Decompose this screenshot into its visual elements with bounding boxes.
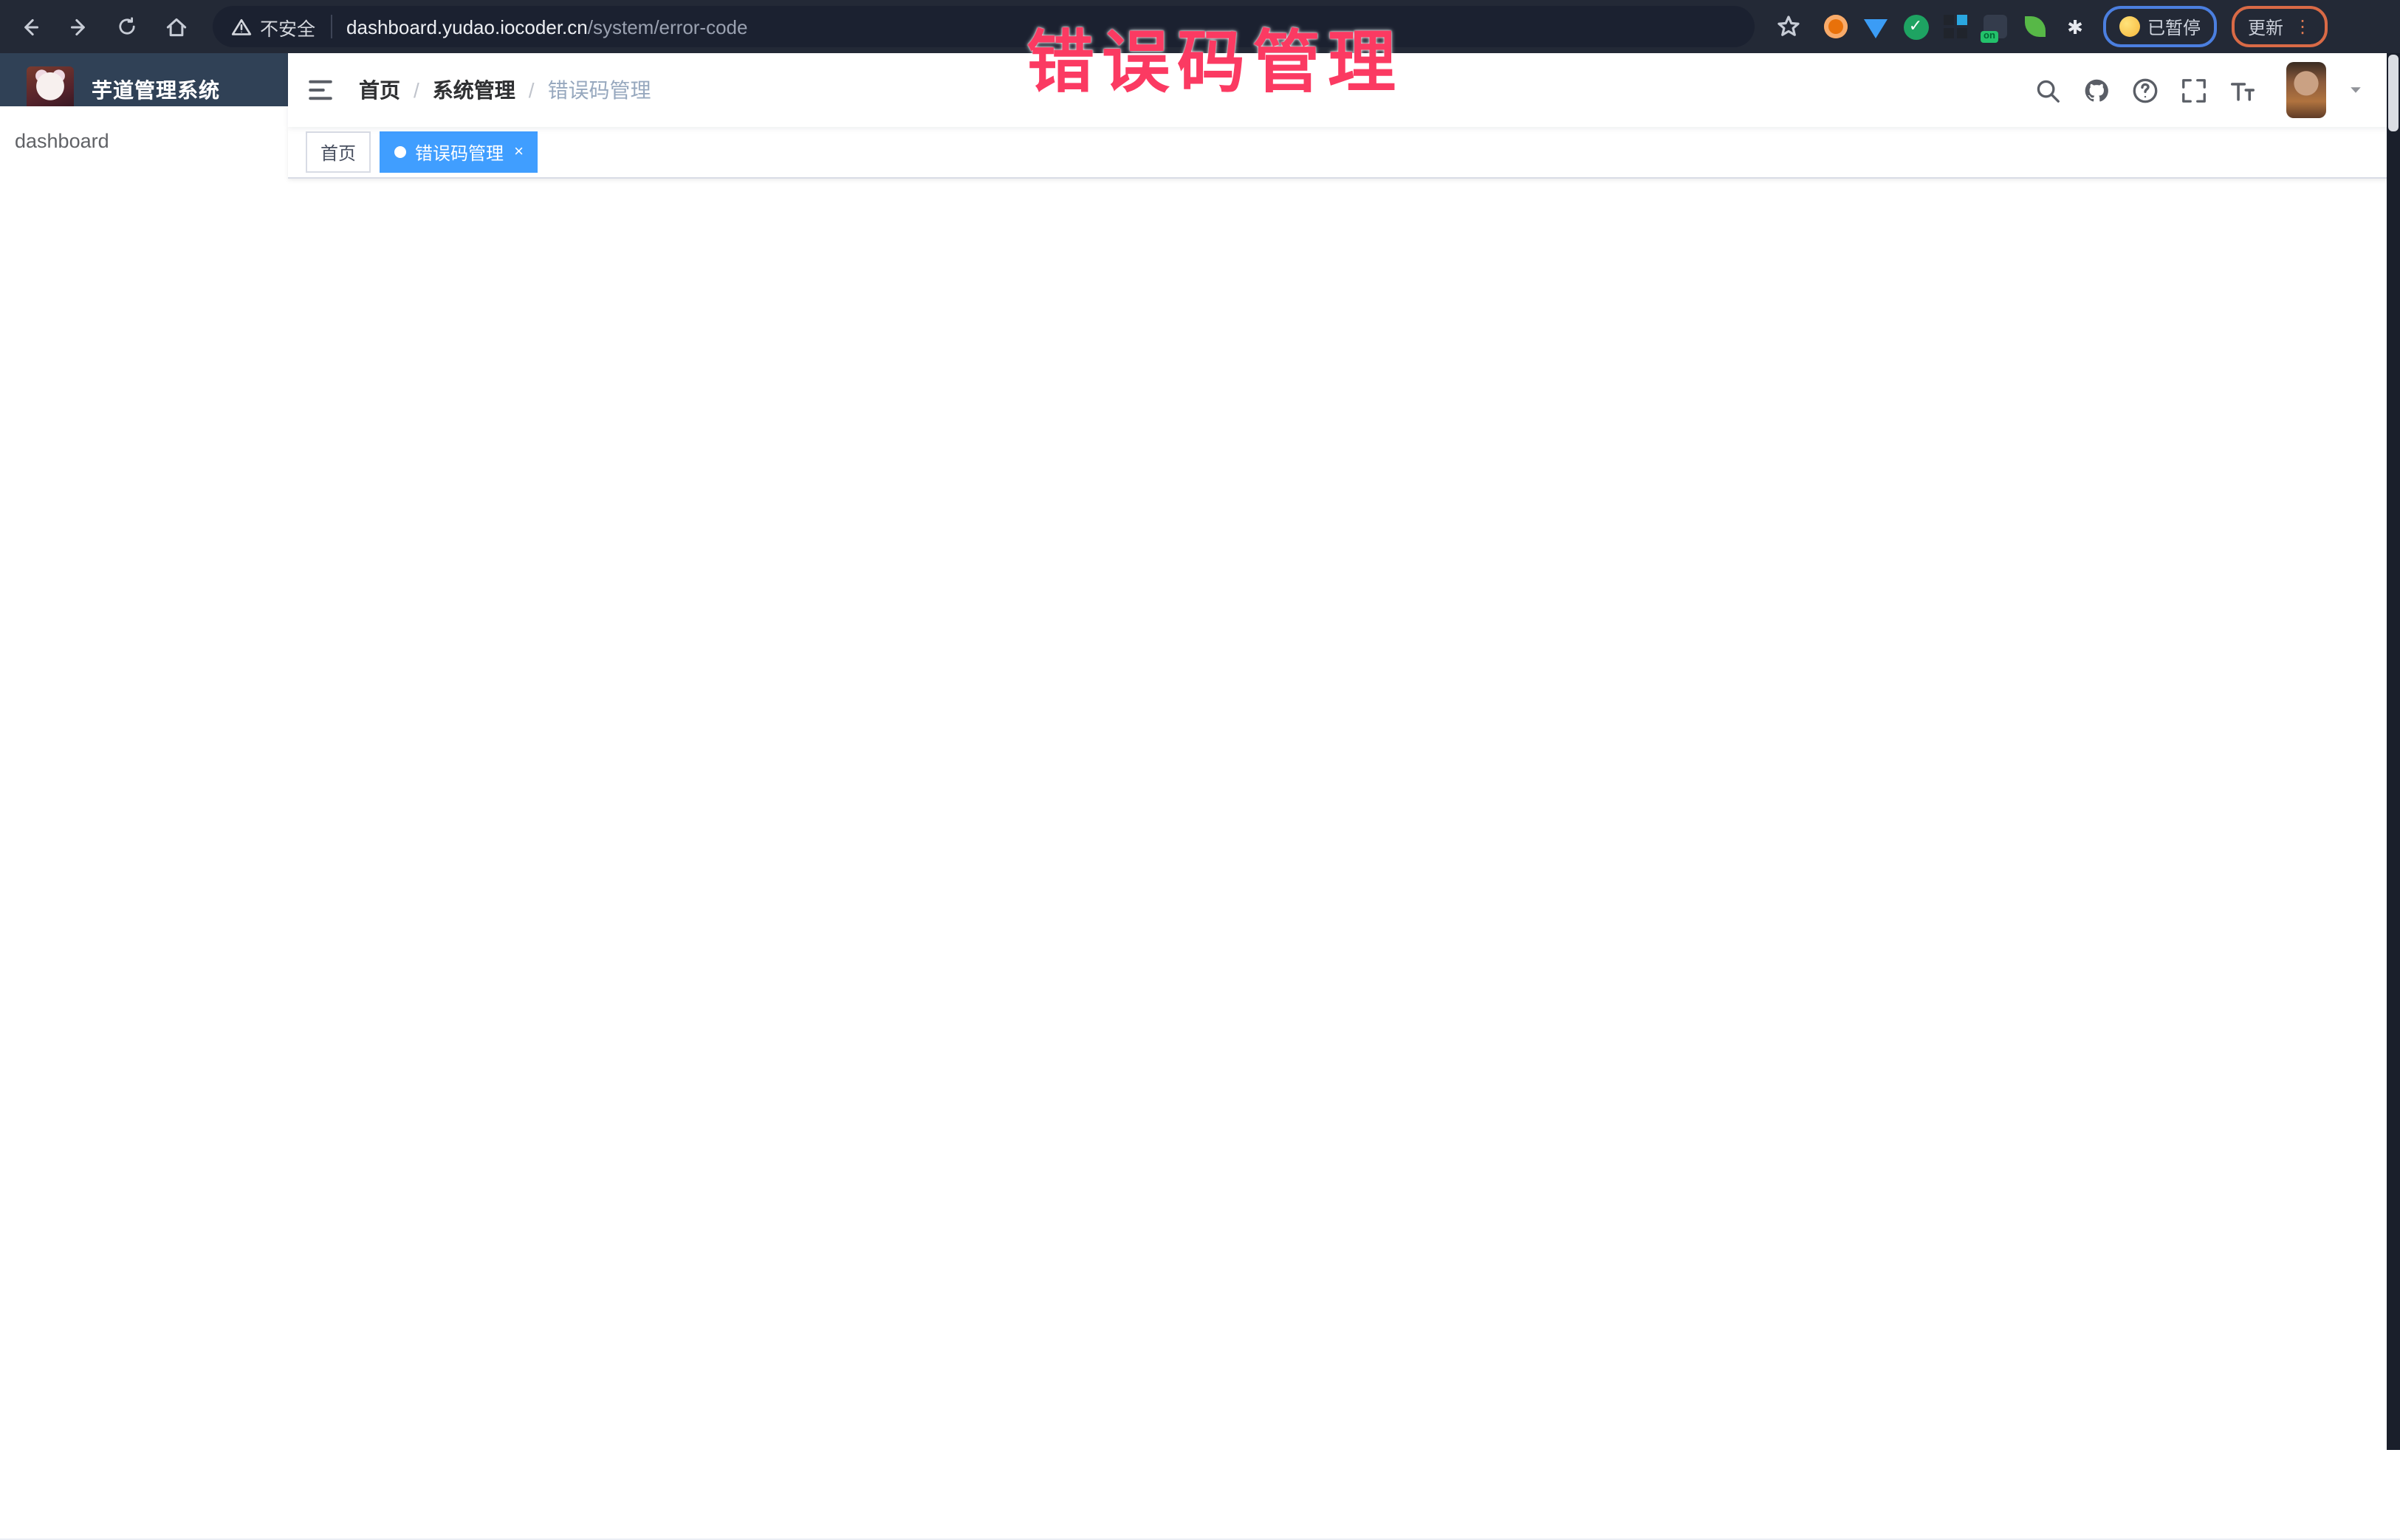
ext-on-badge-icon[interactable]: on: [1982, 13, 2009, 40]
top-navbar: 首页 / 系统管理 / 错误码管理: [288, 53, 2400, 127]
page-scrollbar[interactable]: [2387, 53, 2400, 1450]
browser-chrome: 不安全 dashboard.yudao.iocoder.cn/system/er…: [0, 0, 2400, 53]
security-label: 不安全: [260, 13, 315, 41]
update-label: 更新: [2248, 14, 2283, 39]
ext-orange-circle-icon[interactable]: [1823, 13, 1849, 40]
github-icon[interactable]: [2082, 76, 2111, 104]
table-row: 3948 自动生成 dashboard 1001001005 CRON 表达式不…: [318, 1213, 2370, 1286]
cell-app-name: dashboard: [288, 179, 2400, 1450]
bookmark-star-icon[interactable]: [1775, 13, 1802, 40]
breadcrumb-current: 错误码管理: [548, 75, 651, 105]
address-divider: [330, 15, 332, 38]
emoji-face-icon: [2119, 16, 2140, 37]
browser-reload-icon[interactable]: [108, 7, 146, 46]
paused-label: 已暂停: [2147, 14, 2201, 39]
ext-leaf-icon[interactable]: [2022, 13, 2048, 40]
browser-back-icon[interactable]: [10, 7, 49, 46]
hamburger-icon[interactable]: [306, 75, 335, 105]
profile-paused-chip[interactable]: 已暂停: [2103, 6, 2217, 47]
page-url: dashboard.yudao.iocoder.cn/system/error-…: [346, 16, 747, 38]
tag-首页[interactable]: 首页: [306, 131, 371, 173]
ext-grid-icon[interactable]: [1942, 13, 1969, 40]
user-avatar[interactable]: [2286, 62, 2326, 118]
breadcrumb-system[interactable]: 系统管理: [433, 75, 515, 105]
tag-dot-icon: [394, 146, 406, 158]
ext-green-check-icon[interactable]: ✓: [1902, 13, 1929, 40]
font-size-icon[interactable]: [2229, 76, 2257, 104]
fullscreen-icon[interactable]: [2180, 76, 2208, 104]
page-content: 错误码类型 请选择错误码类型 应用名 错误码编码: [288, 179, 2400, 1450]
tag-错误码管理[interactable]: 错误码管理 ×: [380, 131, 538, 173]
search-icon[interactable]: [2034, 76, 2062, 104]
breadcrumb-home[interactable]: 首页: [359, 75, 400, 105]
scrollbar-thumb[interactable]: [2388, 55, 2399, 131]
browser-update-chip[interactable]: 更新 ⋮: [2232, 6, 2328, 47]
ext-pin-icon[interactable]: ✱: [2062, 13, 2088, 40]
navbar-actions: [2034, 62, 2400, 118]
docs-icon[interactable]: [2131, 76, 2159, 104]
browser-forward-icon[interactable]: [59, 7, 97, 46]
tag-close-icon[interactable]: ×: [514, 144, 524, 160]
ext-blue-gem-icon[interactable]: [1862, 13, 1889, 40]
not-secure-icon: [230, 16, 253, 38]
tags-bar: 首页 错误码管理 ×: [288, 127, 2400, 179]
error-code-table: 编号类型应用名错误码编码错误码提示备注创建时间操作 3939 手动编辑 dash…: [318, 421, 2370, 1287]
browser-extensions: ✓ on ✱: [1823, 13, 2088, 40]
browser-home-icon[interactable]: [157, 7, 195, 46]
app-title: 芋道管理系统: [92, 75, 220, 105]
breadcrumb: 首页 / 系统管理 / 错误码管理: [359, 75, 651, 105]
avatar-caret-icon[interactable]: [2347, 81, 2365, 99]
browser-menu-icon[interactable]: ⋮: [2294, 18, 2311, 35]
address-bar[interactable]: 不安全 dashboard.yudao.iocoder.cn/system/er…: [213, 6, 1755, 47]
